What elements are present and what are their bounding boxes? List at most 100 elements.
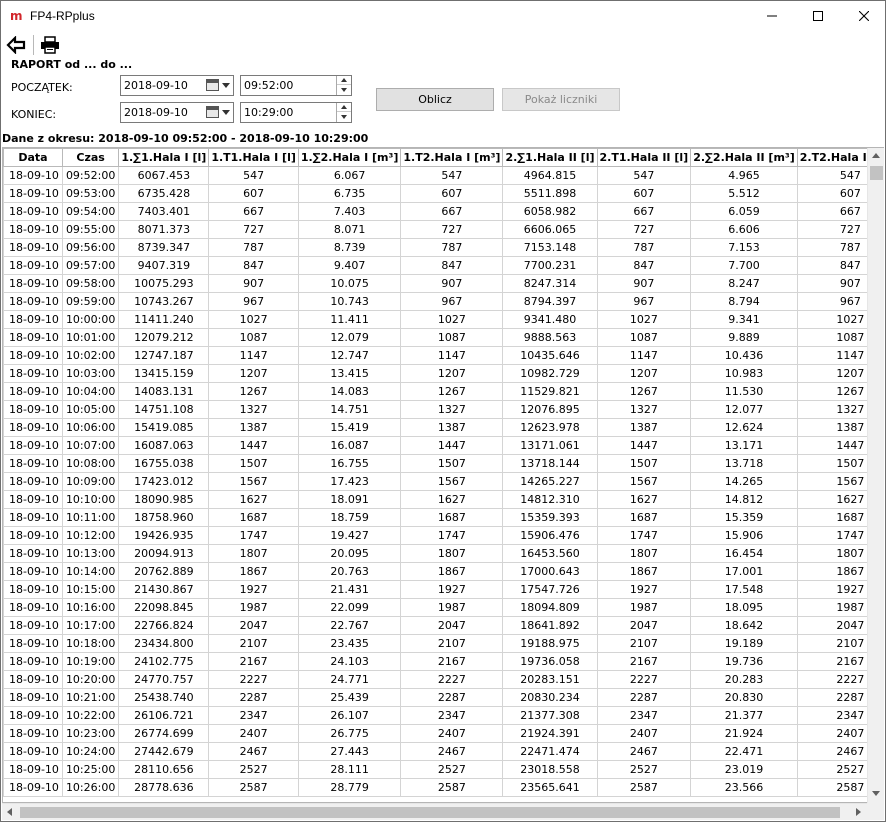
table-row[interactable]: 18-09-10 10:19:00 24102.775 2167 24.103 2167 1… <box>3 652 883 671</box>
scroll-up-icon[interactable] <box>872 153 880 158</box>
table-row[interactable]: 18-09-10 10:07:00 16087.063 1447 16.087 1447 1… <box>3 436 883 455</box>
table-row[interactable]: 18-09-10 10:11:00 18758.960 1687 18.759 1687 1… <box>3 508 883 527</box>
vertical-scroll-thumb[interactable] <box>870 166 883 180</box>
calculate-button[interactable]: Oblicz <box>376 88 494 111</box>
end-time-spinner[interactable] <box>336 103 351 122</box>
vertical-scrollbar[interactable] <box>867 148 884 804</box>
table-cell: 7153.148 <box>502 238 598 257</box>
table-row[interactable]: 18-09-10 10:08:00 16755.038 1507 16.755 1507 1… <box>3 454 883 473</box>
table-cell: 21924.391 <box>502 724 598 743</box>
spin-up-button[interactable] <box>337 103 351 112</box>
table-cell: 10:04:00 <box>61 382 120 401</box>
start-time-value: 09:52:00 <box>244 79 294 92</box>
column-header[interactable]: Czas <box>61 148 120 167</box>
table-cell: 1747 <box>400 526 504 545</box>
close-button[interactable] <box>841 1 885 31</box>
table-row[interactable]: 18-09-10 09:59:00 10743.267 967 10.743 967 879… <box>3 292 883 311</box>
table-cell: 22098.845 <box>118 598 210 617</box>
table-row[interactable]: 18-09-10 10:13:00 20094.913 1807 20.095 1807 1… <box>3 544 883 563</box>
spin-down-button[interactable] <box>337 85 351 94</box>
table-row[interactable]: 18-09-10 10:25:00 28110.656 2527 28.111 2527 2… <box>3 760 883 779</box>
table-row[interactable]: 18-09-10 10:15:00 21430.867 1927 21.431 1927 1… <box>3 580 883 599</box>
end-time-field[interactable]: 10:29:00 <box>240 102 352 123</box>
print-button[interactable] <box>38 34 62 56</box>
table-row[interactable]: 18-09-10 10:09:00 17423.012 1567 17.423 1567 1… <box>3 472 883 491</box>
table-row[interactable]: 18-09-10 10:04:00 14083.131 1267 14.083 1267 1… <box>3 382 883 401</box>
start-date-picker[interactable]: 2018-09-10 <box>120 75 234 96</box>
chevron-down-icon[interactable] <box>222 110 230 115</box>
table-row[interactable]: 18-09-10 10:24:00 27442.679 2467 27.443 2467 2… <box>3 742 883 761</box>
table-cell: 19.189 <box>690 634 798 653</box>
table-cell: 7.700 <box>690 256 798 275</box>
chevron-down-icon[interactable] <box>222 83 230 88</box>
table-row[interactable]: 18-09-10 10:26:00 28778.636 2587 28.779 2587 2… <box>3 778 883 797</box>
calendar-icon[interactable] <box>206 106 219 118</box>
table-row[interactable]: 18-09-10 10:06:00 15419.085 1387 15.419 1387 1… <box>3 418 883 437</box>
table-cell: 18-09-10 <box>3 220 63 239</box>
horizontal-scroll-thumb[interactable] <box>20 807 840 818</box>
scroll-left-icon[interactable] <box>7 808 12 816</box>
table-row[interactable]: 18-09-10 10:18:00 23434.800 2107 23.435 2107 1… <box>3 634 883 653</box>
table-row[interactable]: 18-09-10 10:12:00 19426.935 1747 19.427 1747 1… <box>3 526 883 545</box>
table-row[interactable]: 18-09-10 10:23:00 26774.699 2407 26.775 2407 2… <box>3 724 883 743</box>
table-cell: 28778.636 <box>118 778 210 797</box>
column-header[interactable]: Data <box>3 148 63 167</box>
minimize-button[interactable] <box>749 1 795 31</box>
table-row[interactable]: 18-09-10 10:01:00 12079.212 1087 12.079 1087 9… <box>3 328 883 347</box>
start-time-spinner[interactable] <box>336 76 351 95</box>
scroll-right-icon[interactable] <box>856 808 861 816</box>
table-row[interactable]: 18-09-10 10:20:00 24770.757 2227 24.771 2227 2… <box>3 670 883 689</box>
horizontal-scrollbar[interactable] <box>2 803 867 820</box>
table-cell: 1567 <box>596 472 692 491</box>
end-date-picker[interactable]: 2018-09-10 <box>120 102 234 123</box>
table-cell: 10075.293 <box>118 274 210 293</box>
spin-up-button[interactable] <box>337 76 351 85</box>
title-bar[interactable]: m FP4-RPplus <box>1 1 885 31</box>
table-cell: 607 <box>208 184 299 203</box>
table-cell: 16.755 <box>297 454 402 473</box>
table-row[interactable]: 18-09-10 10:10:00 18090.985 1627 18.091 1627 1… <box>3 490 883 509</box>
column-header[interactable]: 1.∑2.Hala I [m³] <box>297 148 402 167</box>
table-row[interactable]: 18-09-10 09:56:00 8739.347 787 8.739 787 7153.… <box>3 238 883 257</box>
table-cell: 1867 <box>208 562 299 581</box>
table-row[interactable]: 18-09-10 10:02:00 12747.187 1147 12.747 1147 1… <box>3 346 883 365</box>
table-row[interactable]: 18-09-10 10:00:00 11411.240 1027 11.411 1027 9… <box>3 310 883 329</box>
table-cell: 1027 <box>208 310 299 329</box>
table-cell: 727 <box>400 220 504 239</box>
table-cell: 10:13:00 <box>61 544 120 563</box>
data-grid[interactable]: Data Czas 1.∑1.Hala I [l] 1.T1.Hala I [l] 1.… <box>2 147 884 803</box>
show-counters-button[interactable]: Pokaż liczniki <box>502 88 620 111</box>
table-cell: 10:00:00 <box>61 310 120 329</box>
back-button[interactable] <box>4 34 28 56</box>
table-cell: 24102.775 <box>118 652 210 671</box>
maximize-button[interactable] <box>795 1 841 31</box>
scroll-down-icon[interactable] <box>872 791 880 796</box>
start-time-field[interactable]: 09:52:00 <box>240 75 352 96</box>
table-row[interactable]: 18-09-10 09:54:00 7403.401 667 7.403 667 6058.… <box>3 202 883 221</box>
table-row[interactable]: 18-09-10 10:03:00 13415.159 1207 13.415 1207 1… <box>3 364 883 383</box>
column-header[interactable]: 1.∑1.Hala I [l] <box>118 148 210 167</box>
column-header[interactable]: 1.T1.Hala I [l] <box>208 148 299 167</box>
table-row[interactable]: 18-09-10 10:05:00 14751.108 1327 14.751 1327 1… <box>3 400 883 419</box>
table-row[interactable]: 18-09-10 09:55:00 8071.373 727 8.071 727 6606.… <box>3 220 883 239</box>
table-row[interactable]: 18-09-10 10:16:00 22098.845 1987 22.099 1987 1… <box>3 598 883 617</box>
table-row[interactable]: 18-09-10 09:57:00 9407.319 847 9.407 847 7700.… <box>3 256 883 275</box>
spin-down-button[interactable] <box>337 112 351 121</box>
table-cell: 8.071 <box>297 220 402 239</box>
column-header[interactable]: 2.∑2.Hala II [m³] <box>690 148 798 167</box>
table-cell: 967 <box>596 292 692 311</box>
column-header[interactable]: 2.∑1.Hala II [l] <box>502 148 598 167</box>
table-cell: 18-09-10 <box>3 238 63 257</box>
table-row[interactable]: 18-09-10 09:52:00 6067.453 547 6.067 547 4964.… <box>3 166 883 185</box>
table-row[interactable]: 18-09-10 09:58:00 10075.293 907 10.075 907 824… <box>3 274 883 293</box>
table-row[interactable]: 18-09-10 09:53:00 6735.428 607 6.735 607 5511.… <box>3 184 883 203</box>
table-cell: 547 <box>208 166 299 185</box>
table-row[interactable]: 18-09-10 10:17:00 22766.824 2047 22.767 2047 1… <box>3 616 883 635</box>
table-cell: 667 <box>596 202 692 221</box>
calendar-icon[interactable] <box>206 79 219 91</box>
table-row[interactable]: 18-09-10 10:22:00 26106.721 2347 26.107 2347 2… <box>3 706 883 725</box>
column-header[interactable]: 2.T1.Hala II [l] <box>596 148 692 167</box>
table-row[interactable]: 18-09-10 10:21:00 25438.740 2287 25.439 2287 2… <box>3 688 883 707</box>
table-row[interactable]: 18-09-10 10:14:00 20762.889 1867 20.763 1867 1… <box>3 562 883 581</box>
column-header[interactable]: 1.T2.Hala I [m³] <box>400 148 504 167</box>
